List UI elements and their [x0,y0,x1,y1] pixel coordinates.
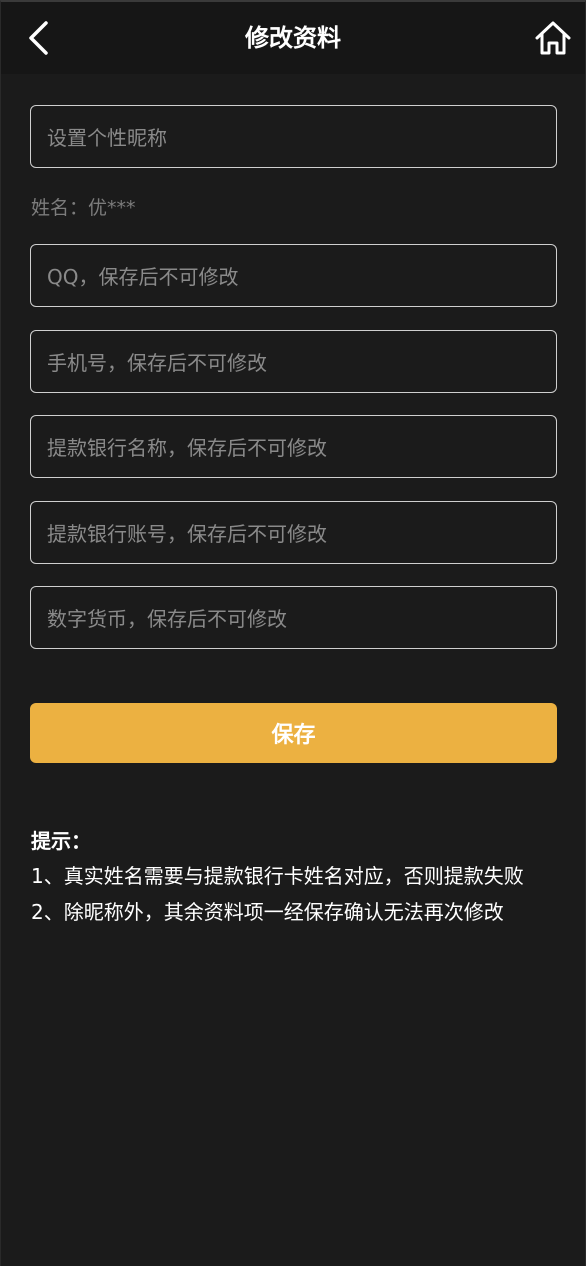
page-title: 修改资料 [245,24,341,52]
crypto-input[interactable]: 数字货币，保存后不可修改 [30,586,557,649]
qq-input[interactable]: QQ，保存后不可修改 [30,244,557,307]
crypto-placeholder: 数字货币，保存后不可修改 [47,607,287,631]
phone-placeholder: 手机号，保存后不可修改 [47,351,267,375]
nickname-input[interactable]: 设置个性昵称 [30,105,557,168]
phone-input[interactable]: 手机号，保存后不可修改 [30,330,557,393]
tip-item: 2、除昵称外，其余资料项一经保存确认无法再次修改 [31,900,504,924]
page: 修改资料 设置个性昵称 姓名：优*** QQ，保存后不可修改 手机号，保存后不可… [0,0,586,1266]
home-icon [535,21,571,55]
tips-title: 提示： [31,829,91,853]
save-button[interactable]: 保存 [30,703,557,763]
header-bar: 修改资料 [1,2,585,74]
tips-section: 提示： 1、真实姓名需要与提款银行卡姓名对应，否则提款失败 2、除昵称外，其余资… [31,824,571,930]
home-button[interactable] [531,16,575,60]
bank-account-placeholder: 提款银行账号，保存后不可修改 [47,522,327,546]
bank-account-input[interactable]: 提款银行账号，保存后不可修改 [30,501,557,564]
bank-name-input[interactable]: 提款银行名称，保存后不可修改 [30,415,557,478]
real-name-text: 姓名：优*** [31,197,136,219]
bank-name-placeholder: 提款银行名称，保存后不可修改 [47,436,327,460]
tip-item: 1、真实姓名需要与提款银行卡姓名对应，否则提款失败 [31,864,524,888]
nickname-placeholder: 设置个性昵称 [47,126,167,150]
qq-placeholder: QQ，保存后不可修改 [47,265,239,289]
